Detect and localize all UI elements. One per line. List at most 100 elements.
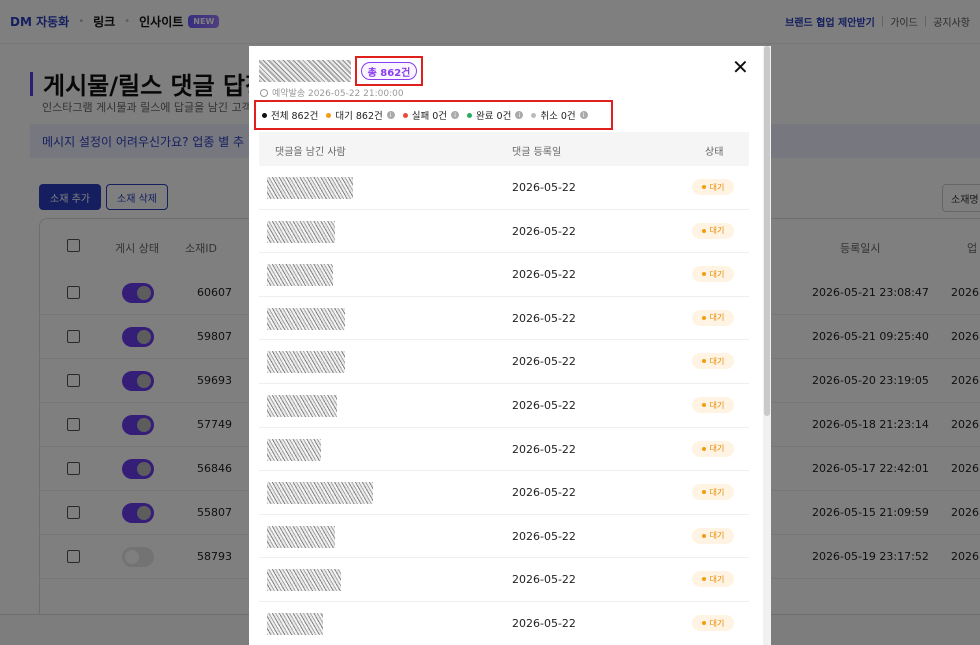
send-list-modal: 총 862건 예약발송 2026-05-22 21:00:00 ✕ 전체 862… bbox=[249, 46, 771, 645]
commenter-redacted bbox=[267, 613, 323, 635]
status-text: 대기 bbox=[709, 182, 725, 192]
status-dot bbox=[701, 403, 706, 407]
status-text: 대기 bbox=[709, 356, 725, 366]
comment-date: 2026-05-22 bbox=[512, 181, 576, 194]
commenter-redacted bbox=[267, 307, 345, 330]
status-badge: 대기 bbox=[692, 222, 734, 239]
list-item: 2026-05-22 대기 bbox=[259, 210, 749, 254]
status-stat: 실패 0건 i bbox=[402, 108, 460, 122]
status-text: 대기 bbox=[709, 269, 725, 279]
schedule-text: 예약발송 2026-05-22 21:00:00 bbox=[272, 89, 404, 99]
commenter-redacted bbox=[267, 569, 341, 592]
list-item: 2026-05-22 대기 bbox=[259, 558, 749, 602]
comment-date: 2026-05-22 bbox=[512, 486, 576, 500]
status-label: 실패 0건 bbox=[411, 111, 448, 122]
status-label: 대기 862건 bbox=[335, 111, 383, 122]
schedule-time: 예약발송 2026-05-22 21:00:00 bbox=[260, 86, 404, 99]
status-text: 대기 bbox=[709, 574, 725, 584]
status-stat: 완료 0건 i bbox=[467, 108, 524, 122]
status-dot bbox=[701, 272, 706, 277]
comment-date: 2026-05-22 bbox=[512, 399, 576, 412]
status-dot bbox=[467, 112, 473, 118]
info-icon[interactable]: i bbox=[515, 111, 524, 119]
status-dot bbox=[701, 446, 706, 451]
commenter-redacted bbox=[267, 220, 335, 243]
status-dot bbox=[701, 359, 706, 364]
status-stat: 취소 0건 i bbox=[531, 108, 588, 122]
list-item: 2026-05-22 대기 bbox=[259, 602, 749, 645]
list-item: 2026-05-22 대기 bbox=[259, 428, 749, 472]
status-dot bbox=[701, 185, 706, 189]
status-badge: 대기 bbox=[692, 615, 734, 631]
info-icon[interactable]: i bbox=[451, 111, 460, 119]
col-comment-date: 댓글 등록일 bbox=[512, 147, 562, 158]
info-icon[interactable]: i bbox=[579, 111, 588, 119]
status-text: 대기 bbox=[709, 226, 725, 236]
status-dot bbox=[701, 577, 706, 582]
col-status: 상태 bbox=[705, 147, 724, 158]
commenter-redacted bbox=[267, 351, 345, 374]
status-text: 대기 bbox=[709, 531, 725, 541]
list-item: 2026-05-22 대기 bbox=[259, 471, 749, 515]
commenter-redacted bbox=[267, 264, 333, 287]
status-dot bbox=[701, 533, 706, 538]
status-badge: 대기 bbox=[692, 571, 734, 588]
list-item: 2026-05-22 대기 bbox=[259, 515, 749, 559]
info-icon[interactable]: i bbox=[386, 111, 395, 119]
status-stat: 전체 862건 bbox=[262, 108, 318, 122]
comment-date: 2026-05-22 bbox=[512, 311, 576, 325]
status-badge: 대기 bbox=[692, 309, 734, 326]
status-text: 대기 bbox=[709, 400, 725, 410]
comment-date: 2026-05-22 bbox=[512, 573, 576, 587]
status-label: 취소 0건 bbox=[540, 111, 576, 122]
status-label: 완료 0건 bbox=[476, 111, 512, 122]
status-stat: 대기 862건 i bbox=[326, 108, 395, 122]
commenter-redacted bbox=[267, 525, 335, 548]
commenter-redacted bbox=[267, 438, 321, 461]
status-badge: 대기 bbox=[692, 397, 734, 413]
clock-icon bbox=[260, 88, 268, 97]
status-badge: 대기 bbox=[692, 266, 734, 283]
list-item: 2026-05-22 대기 bbox=[259, 253, 749, 297]
status-label: 전체 862건 bbox=[271, 111, 319, 122]
status-summary: 전체 862건 대기 862건 i 실패 0건 i 완료 0건 i 취소 0건 i bbox=[254, 100, 613, 130]
comment-date: 2026-05-22 bbox=[512, 617, 576, 630]
modal-table-header: 댓글을 남긴 사람 댓글 등록일 상태 bbox=[259, 132, 749, 166]
col-commenter: 댓글을 남긴 사람 bbox=[275, 147, 346, 158]
comment-date: 2026-05-22 bbox=[512, 442, 576, 456]
commenter-redacted bbox=[267, 177, 353, 199]
status-text: 대기 bbox=[709, 313, 725, 323]
status-dot bbox=[701, 490, 706, 495]
status-dot bbox=[701, 621, 706, 625]
close-icon[interactable]: ✕ bbox=[732, 55, 749, 79]
list-item: 2026-05-22 대기 bbox=[259, 384, 749, 428]
list-item: 2026-05-22 대기 bbox=[259, 166, 749, 210]
comment-date: 2026-05-22 bbox=[512, 355, 576, 369]
list-item: 2026-05-22 대기 bbox=[259, 297, 749, 341]
comment-date: 2026-05-22 bbox=[512, 268, 576, 282]
total-count-badge: 총 862건 bbox=[361, 62, 417, 80]
scrollbar-thumb[interactable] bbox=[764, 46, 770, 416]
list-item: 2026-05-22 대기 bbox=[259, 340, 749, 384]
status-dot bbox=[701, 228, 706, 233]
total-highlight: 총 862건 bbox=[355, 56, 423, 86]
status-badge: 대기 bbox=[692, 527, 734, 544]
status-badge: 대기 bbox=[692, 440, 734, 457]
status-dot bbox=[262, 112, 267, 118]
comment-date: 2026-05-22 bbox=[512, 224, 576, 238]
commenter-redacted bbox=[267, 395, 337, 417]
status-dot bbox=[326, 112, 332, 118]
material-name-redacted bbox=[259, 60, 351, 82]
status-text: 대기 bbox=[709, 618, 725, 628]
status-dot bbox=[402, 112, 408, 118]
status-dot bbox=[701, 315, 706, 320]
modal-scrollbar[interactable] bbox=[763, 46, 771, 645]
comment-date: 2026-05-22 bbox=[512, 529, 576, 543]
status-text: 대기 bbox=[709, 487, 725, 497]
status-dot bbox=[531, 112, 537, 118]
status-badge: 대기 bbox=[692, 179, 734, 195]
status-badge: 대기 bbox=[692, 353, 734, 370]
status-text: 대기 bbox=[709, 444, 725, 454]
status-badge: 대기 bbox=[692, 484, 734, 501]
commenter-redacted bbox=[267, 482, 373, 505]
